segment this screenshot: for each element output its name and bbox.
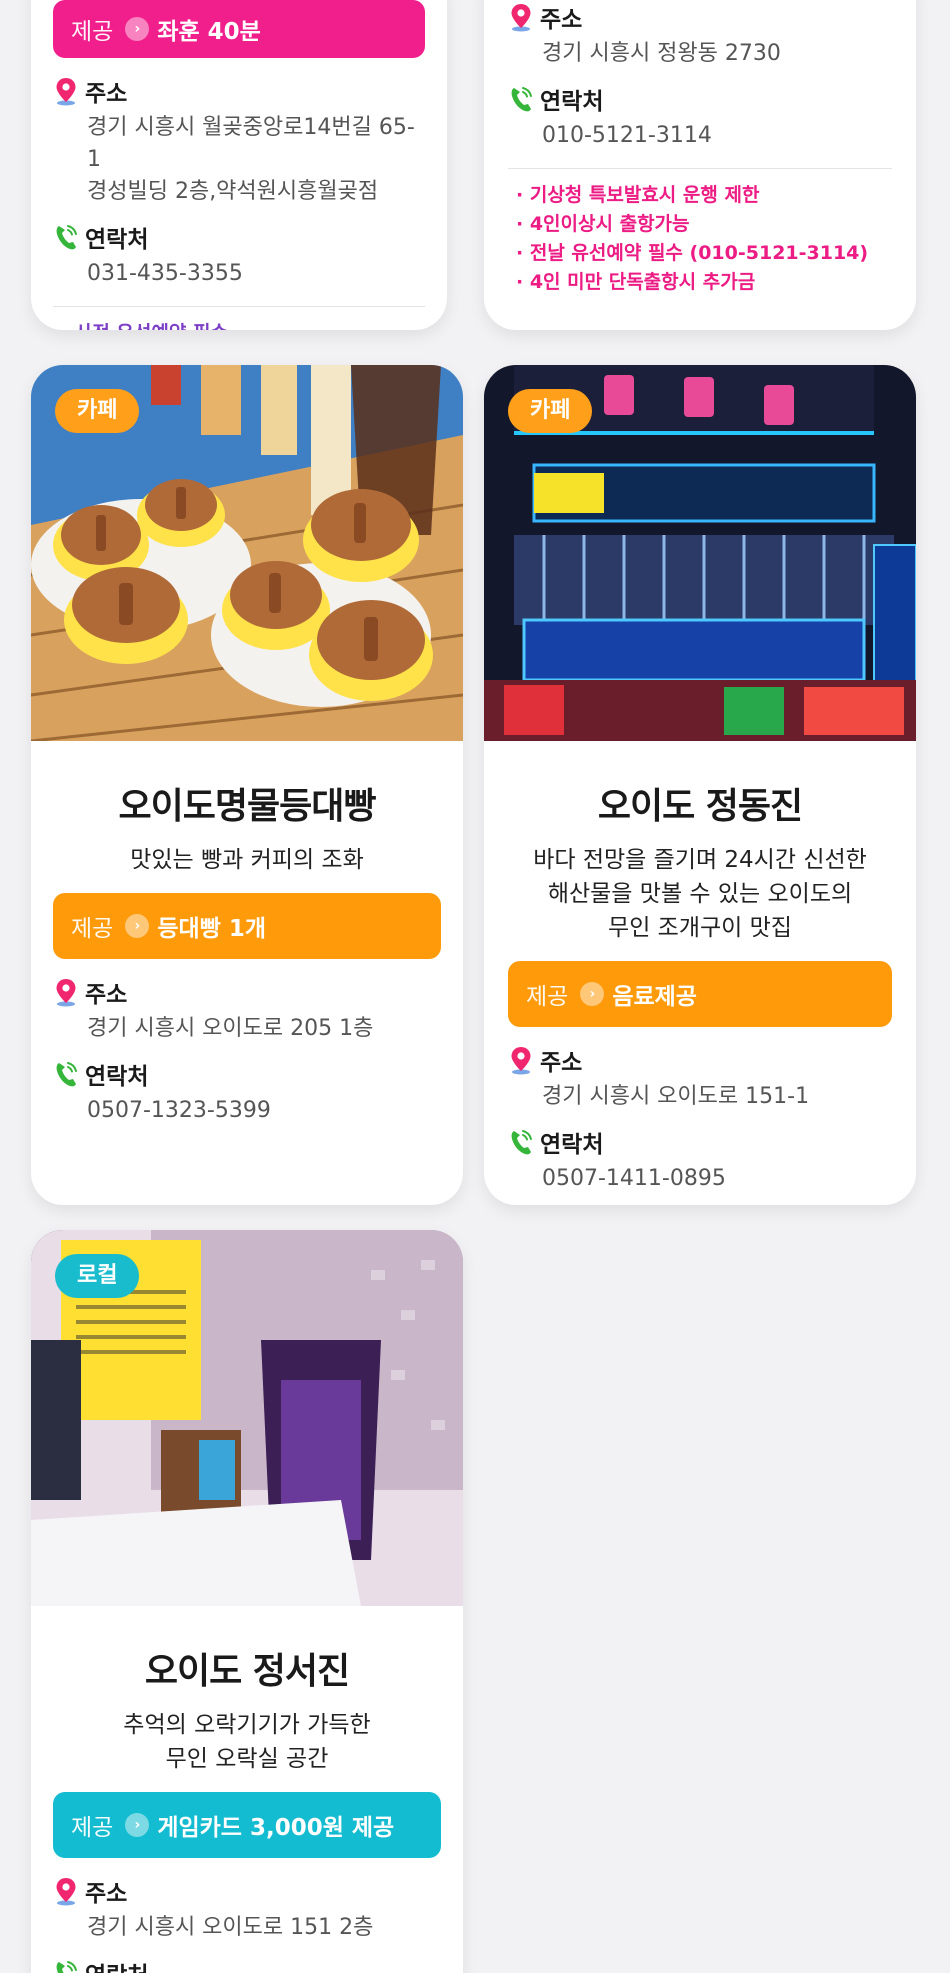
place-card-5[interactable]: 로컬 오이도 정서진 추억의 오락기기가 가득한 무인 오락실 공간 제공 › … — [31, 1230, 463, 1973]
address-label: 주소 — [85, 81, 128, 107]
phone-icon — [53, 1958, 79, 1973]
contact-label: 연락처 — [85, 1956, 148, 1973]
address-label: 주소 — [540, 1050, 583, 1076]
map-pin-icon — [508, 2, 534, 32]
place-subtitle: 맛있는 빵과 커피의 조화 — [130, 847, 364, 873]
card-photo[interactable]: 카페 — [31, 365, 463, 741]
offer-label: 제공 — [526, 984, 569, 1010]
address-header: 주소 — [53, 975, 441, 1009]
address-value: 경기 시흥시 월곶중앙로14번길 65-1 경성빌딩 2층,약석원시흥월곶점 — [87, 115, 415, 204]
offer-text: 좌훈 40분 — [157, 19, 261, 45]
place-title: 오이도명물등대빵 — [118, 786, 377, 827]
place-title: 오이도 정동진 — [597, 786, 803, 827]
map-pin-icon — [53, 977, 79, 1007]
divider — [53, 306, 425, 307]
note-item: · 4인이상시 출항가능 — [516, 213, 690, 235]
chevron-right-icon: › — [125, 1813, 150, 1837]
offer-label: 제공 — [71, 916, 114, 942]
chevron-right-icon: › — [125, 17, 150, 41]
map-pin-icon — [53, 76, 79, 106]
address-value: 경기 시흥시 오이도로 151 2층 — [87, 1915, 374, 1940]
map-pin-icon — [53, 1876, 79, 1906]
address-label: 주소 — [540, 7, 583, 33]
chevron-right-icon: › — [580, 982, 605, 1006]
address-header: 주소 — [53, 1874, 441, 1908]
contact-value[interactable]: 0507-1411-0895 — [542, 1163, 892, 1195]
category-tag: 로컬 — [55, 1254, 140, 1298]
category-tag: 카페 — [55, 389, 140, 433]
phone-icon — [508, 1127, 534, 1157]
place-title: 오이도 정서진 — [144, 1651, 350, 1692]
address-header: 주소 — [508, 1043, 892, 1077]
address-label: 주소 — [85, 982, 128, 1008]
category-tag: 카페 — [508, 389, 593, 433]
contact-header: 연락처 — [53, 1057, 441, 1091]
note-item: · 4인 미만 단독출항시 추가금 — [516, 271, 756, 293]
contact-value[interactable]: 0507-1323-5399 — [87, 1095, 441, 1127]
place-card-1[interactable]: 제공 › 좌훈 40분 주소 경기 시흥시 월곶중앙로14번길 65-1 경성빌… — [31, 0, 447, 330]
contact-value[interactable]: 031-435-3355 — [87, 258, 425, 290]
place-card-4[interactable]: 카페 오이도 정동진 바다 전망을 즐기며 24시간 신선한 해산물을 맛볼 수… — [484, 365, 916, 1205]
card-photo[interactable]: 카페 — [484, 365, 916, 741]
contact-header: 연락처 — [53, 1956, 441, 1973]
phone-icon — [53, 1059, 79, 1089]
place-card-2[interactable]: 주소 경기 시흥시 정왕동 2730 연락처 010-5121-3114 · 기… — [484, 0, 916, 330]
contact-header: 연락처 — [53, 220, 425, 254]
note-item: · 전날 유선예약 필수 (010-5121-3114) — [516, 242, 869, 264]
address-value: 경기 시흥시 정왕동 2730 — [542, 41, 781, 66]
place-card-3[interactable]: 카페 오이도명물등대빵 맛있는 빵과 커피의 조화 제공 › 등대빵 1개 주소… — [31, 365, 463, 1205]
address-header: 주소 — [508, 0, 892, 34]
contact-header: 연락처 — [508, 1125, 892, 1159]
address-label: 주소 — [85, 1881, 128, 1907]
contact-label: 연락처 — [85, 227, 149, 253]
offer-text: 등대빵 1개 — [157, 916, 266, 942]
contact-label: 연락처 — [540, 1132, 604, 1158]
address-value: 경기 시흥시 오이도로 151-1 — [542, 1084, 810, 1109]
offer-banner: 제공 › 등대빵 1개 — [53, 893, 441, 959]
offer-text: 게임카드 3,000원 제공 — [157, 1815, 395, 1841]
offer-banner: 제공 › 게임카드 3,000원 제공 — [53, 1792, 441, 1858]
contact-value[interactable]: 010-5121-3114 — [542, 120, 892, 152]
phone-icon — [508, 84, 534, 114]
chevron-right-icon: › — [125, 914, 150, 938]
contact-header: 연락처 — [508, 82, 892, 116]
contact-label: 연락처 — [540, 89, 604, 115]
map-pin-icon — [508, 1045, 534, 1075]
offer-text: 음료제공 — [612, 984, 697, 1010]
phone-icon — [53, 222, 79, 252]
offer-label: 제공 — [71, 1815, 114, 1841]
offer-banner: 제공 › 좌훈 40분 — [53, 0, 425, 58]
notes-list: · 사전 유선예약 필수 — [53, 319, 425, 330]
address-value: 경기 시흥시 오이도로 205 1층 — [87, 1016, 374, 1041]
divider — [508, 168, 892, 169]
offer-banner: 제공 › 음료제공 — [508, 961, 892, 1027]
offer-label: 제공 — [71, 19, 114, 45]
card-photo[interactable]: 로컬 — [31, 1230, 463, 1606]
notes-list: · 기상청 특보발효시 운행 제한 · 4인이상시 출항가능 · 전날 유선예약… — [508, 181, 892, 297]
note-item: · 기상청 특보발효시 운행 제한 — [516, 184, 760, 206]
place-subtitle: 바다 전망을 즐기며 24시간 신선한 해산물을 맛볼 수 있는 오이도의 무인… — [533, 847, 867, 941]
contact-label: 연락처 — [85, 1064, 149, 1090]
place-subtitle: 추억의 오락기기가 가득한 무인 오락실 공간 — [123, 1712, 371, 1772]
address-header: 주소 — [53, 74, 425, 108]
note-item: · 사전 유선예약 필수 — [53, 319, 425, 330]
